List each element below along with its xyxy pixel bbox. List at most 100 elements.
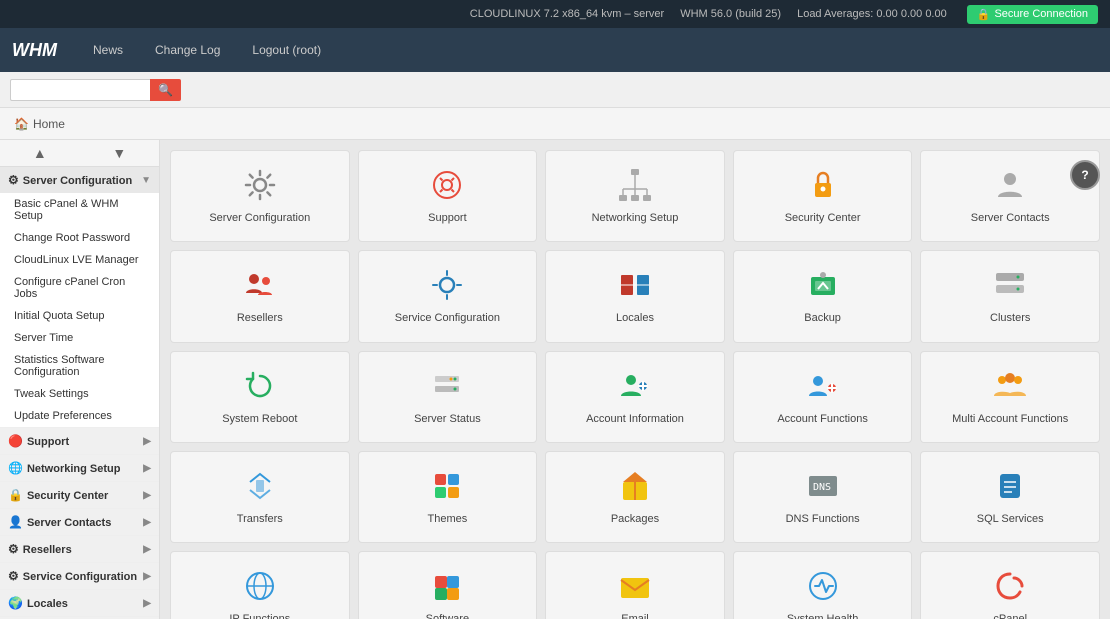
sidebar-item-quota[interactable]: Initial Quota Setup [0,305,159,327]
sidebar-header-service-config[interactable]: ⚙Service Configuration ▶ [0,563,159,589]
sidebar-server-config-label: Server Configuration [23,175,132,187]
grid-item-system-reboot[interactable]: System Reboot [170,351,350,443]
server-info: CLOUDLINUX 7.2 x86_64 kvm – server WHM 5… [470,8,947,20]
search-bar: 🔍 [0,72,1110,108]
grid-item-account-functions[interactable]: Account Functions [733,351,913,443]
packages-icon [615,468,655,504]
sidebar: ▲ ▼ ⚙Server Configuration ▼ Basic cPanel… [0,140,160,619]
nav-news[interactable]: News [87,39,129,61]
grid-item-networking-setup[interactable]: Networking Setup [545,150,725,242]
grid-item-themes[interactable]: Themes [358,451,538,543]
security-icon [803,167,843,203]
grid-item-dns-functions[interactable]: DNS DNS Functions [733,451,913,543]
themes-icon [427,468,467,504]
sidebar-item-stats-software[interactable]: Statistics Software Configuration [0,349,159,383]
grid-item-clusters[interactable]: Clusters [920,250,1100,342]
search-input[interactable] [10,79,150,101]
sidebar-header-locales[interactable]: 🌍Locales ▶ [0,590,159,616]
secure-connection-button[interactable]: 🔒 Secure Connection [967,5,1098,24]
grid-item-label-dns-functions: DNS Functions [786,512,860,526]
sql-icon [990,468,1030,504]
sidebar-nav-down[interactable]: ▼ [80,140,160,166]
networking-icon: 🌐 [8,461,23,475]
sidebar-nav-up[interactable]: ▲ [0,140,80,166]
grid-item-label-sql-services: SQL Services [977,512,1044,526]
server-name: CLOUDLINUX 7.2 x86_64 kvm – server [470,8,664,20]
sidebar-header-resellers[interactable]: ⚙Resellers ▶ [0,536,159,562]
grid-item-security-center[interactable]: Security Center [733,150,913,242]
grid-item-multi-account-functions[interactable]: Multi Account Functions [920,351,1100,443]
grid-item-label-backup: Backup [804,311,841,325]
grid-item-packages[interactable]: Packages [545,451,725,543]
grid-item-label-email: Email [621,612,649,619]
multiaccount-icon [990,368,1030,404]
grid-item-transfers[interactable]: Transfers [170,451,350,543]
grid-item-label-resellers: Resellers [237,311,283,325]
locales-icon: 🌍 [8,596,23,610]
grid-item-label-locales: Locales [616,311,654,325]
grid-item-service-configuration[interactable]: Service Configuration [358,250,538,342]
chevron-right-icon-4: ▶ [143,517,151,528]
sidebar-item-cloudlinux[interactable]: CloudLinux LVE Manager [0,249,159,271]
grid-item-software[interactable]: Software [358,551,538,619]
grid-item-label-clusters: Clusters [990,311,1030,325]
grid-item-locales[interactable]: Locales [545,250,725,342]
secure-label: Secure Connection [994,8,1088,20]
nav-changelog[interactable]: Change Log [149,39,226,61]
grid-item-label-ip-functions: IP Functions [229,612,290,619]
sidebar-item-cron-jobs[interactable]: Configure cPanel Cron Jobs [0,271,159,305]
search-button[interactable]: 🔍 [150,79,181,101]
grid-item-sql-services[interactable]: SQL Services [920,451,1100,543]
grid-item-label-service-configuration: Service Configuration [395,311,500,325]
sidebar-item-update-prefs[interactable]: Update Preferences [0,405,159,427]
networking-icon [615,167,655,203]
email-icon [615,568,655,604]
sidebar-item-basic-cpanel[interactable]: Basic cPanel & WHM Setup [0,193,159,227]
grid-item-label-networking-setup: Networking Setup [592,211,679,225]
contacts-icon: 👤 [8,515,23,529]
nav-logout[interactable]: Logout (root) [246,39,327,61]
sidebar-header-networking[interactable]: 🌐Networking Setup ▶ [0,455,159,481]
grid-item-support[interactable]: Support [358,150,538,242]
sidebar-item-server-time[interactable]: Server Time [0,327,159,349]
sidebar-section-security: 🔒Security Center ▶ [0,482,159,509]
resellers-icon: ⚙ [8,542,19,556]
sidebar-header-support[interactable]: 🔴Support ▶ [0,428,159,454]
breadcrumb-home[interactable]: Home [33,117,65,131]
sidebar-item-change-root[interactable]: Change Root Password [0,227,159,249]
reboot-icon [240,368,280,404]
cpanel-icon [990,568,1030,604]
sidebar-header-server-contacts[interactable]: 👤 Server Contacts ▶ [0,509,159,535]
grid-item-server-status[interactable]: Server Status [358,351,538,443]
grid-item-resellers[interactable]: Resellers [170,250,350,342]
sidebar-networking-label: Networking Setup [27,463,121,475]
breadcrumb: 🏠 Home [0,108,1110,140]
grid-item-cpanel[interactable]: cPanel [920,551,1100,619]
grid-item-backup[interactable]: Backup [733,250,913,342]
home-icon: 🏠 [14,117,29,131]
chevron-right-icon: ▶ [143,436,151,447]
sidebar-section-server-configuration: ⚙Server Configuration ▼ Basic cPanel & W… [0,167,159,428]
whm-logo: WHM [12,40,57,61]
sidebar-section-networking: 🌐Networking Setup ▶ [0,455,159,482]
sidebar-header-server-configuration[interactable]: ⚙Server Configuration ▼ [0,167,159,193]
load-averages: Load Averages: 0.00 0.00 0.00 [797,8,947,20]
grid-item-server-configuration[interactable]: Server Configuration [170,150,350,242]
sidebar-contacts-label: Server Contacts [27,517,111,529]
sidebar-section-server-contacts: 👤 Server Contacts ▶ [0,509,159,536]
grid-item-system-health[interactable]: System Health [733,551,913,619]
chevron-right-icon-3: ▶ [143,490,151,501]
grid-item-account-information[interactable]: Account Information [545,351,725,443]
sidebar-resellers-label: Resellers [23,544,72,556]
health-icon [803,568,843,604]
help-float-button[interactable]: ? [1070,160,1100,190]
sidebar-item-tweak[interactable]: Tweak Settings [0,383,159,405]
sidebar-header-security[interactable]: 🔒Security Center ▶ [0,482,159,508]
grid-item-label-support: Support [428,211,467,225]
service-icon [427,267,467,303]
grid-item-email[interactable]: Email [545,551,725,619]
grid-item-ip-functions[interactable]: IP Functions [170,551,350,619]
grid-item-label-cpanel: cPanel [993,612,1027,619]
chevron-down-icon: ▼ [141,175,151,186]
resellers-icon [240,267,280,303]
